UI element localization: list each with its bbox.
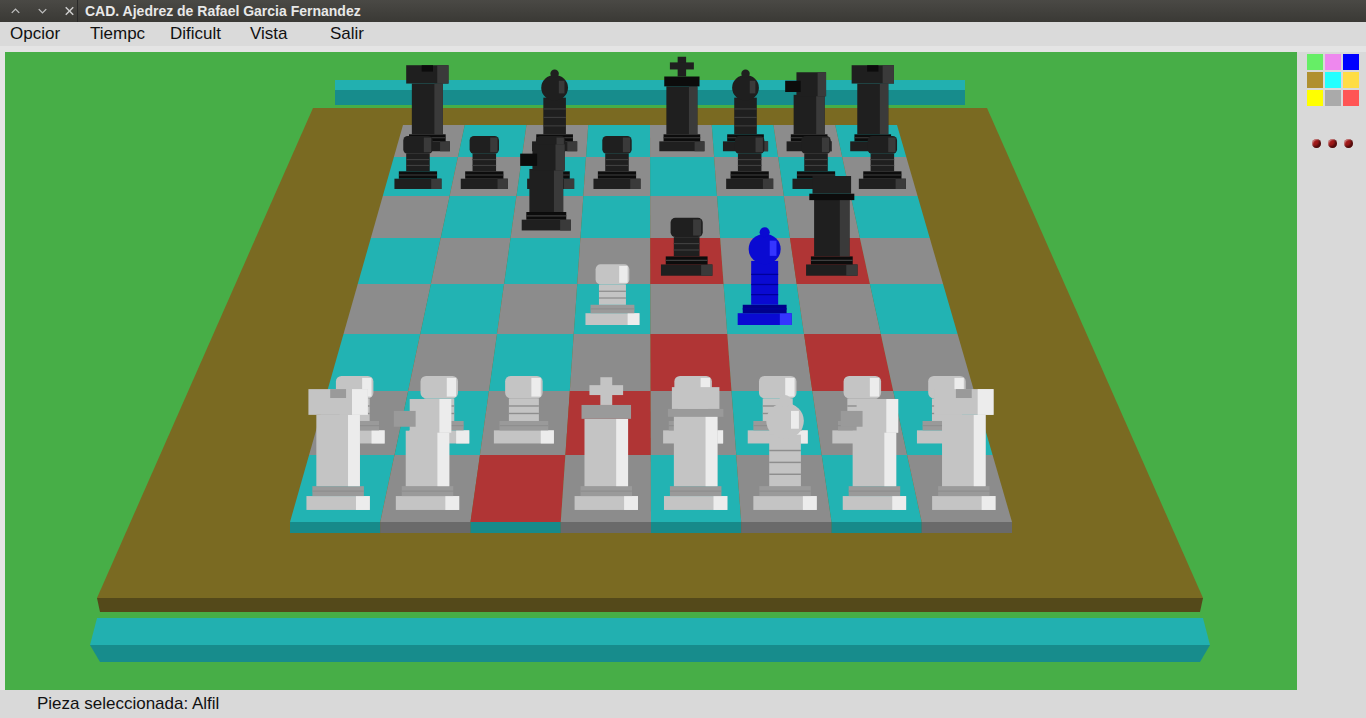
color-swatch[interactable] [1307, 72, 1323, 88]
background [5, 52, 1297, 690]
board-square[interactable] [441, 196, 517, 238]
chess-piece[interactable] [932, 389, 995, 510]
board-square[interactable] [650, 196, 720, 238]
board-edge [561, 522, 651, 533]
chess-piece[interactable] [753, 395, 816, 510]
menu-item[interactable]: Vista [240, 24, 320, 44]
board-square[interactable] [480, 391, 570, 455]
chess-piece[interactable] [664, 387, 727, 510]
chess-piece[interactable] [841, 399, 906, 510]
menu-bar: OpciorTiempcDificultVistaSalir [0, 22, 1366, 46]
color-swatch[interactable] [1343, 90, 1359, 106]
board-square[interactable] [431, 238, 511, 284]
color-swatch[interactable] [1343, 54, 1359, 70]
chess-piece[interactable] [394, 136, 441, 189]
chess-piece[interactable] [859, 136, 906, 189]
board-edge [922, 522, 1012, 533]
indicator-dot [1312, 139, 1321, 148]
chess-piece[interactable] [659, 57, 704, 151]
board-edge [290, 522, 380, 533]
color-swatch[interactable] [1325, 54, 1341, 70]
front-rail-face [90, 645, 1210, 662]
indicator-dot [1328, 139, 1337, 148]
minimize-chevron-icon[interactable] [35, 3, 50, 19]
close-x-icon[interactable] [62, 3, 77, 19]
board-square[interactable] [574, 284, 651, 334]
chess-piece[interactable] [593, 136, 640, 189]
board-square[interactable] [586, 125, 650, 157]
board-square[interactable] [650, 284, 727, 334]
board-square[interactable] [650, 157, 717, 196]
status-bar: Pieza seleccionada: Alfil [0, 690, 1366, 718]
indicator-row [1312, 139, 1353, 148]
menu-item[interactable]: Opcior [0, 24, 80, 44]
menu-item[interactable]: Salir [320, 24, 400, 44]
board-frame [97, 108, 1203, 598]
board-square[interactable] [497, 284, 577, 334]
chess-piece[interactable] [585, 264, 639, 325]
menu-item[interactable]: Tiempc [80, 24, 160, 44]
board-square[interactable] [577, 238, 650, 284]
chess-piece[interactable] [661, 218, 712, 276]
side-panel [1297, 52, 1366, 690]
color-swatch[interactable] [1325, 90, 1341, 106]
chess-piece[interactable] [520, 144, 571, 230]
chess-window: CAD. Ajedrez de Rafael Garcia Fernandez O… [0, 0, 1366, 718]
indicator-dot [1344, 139, 1353, 148]
chess-piece[interactable] [738, 227, 792, 325]
menu-item[interactable]: Dificult [160, 24, 240, 44]
color-swatch[interactable] [1343, 72, 1359, 88]
chess-piece[interactable] [806, 176, 857, 276]
window-title: CAD. Ajedrez de Rafael Garcia Fernandez [78, 3, 361, 19]
window-controls [0, 0, 78, 22]
board-square[interactable] [358, 238, 441, 284]
status-text: Pieza seleccionada: Alfil [0, 694, 219, 714]
color-swatch[interactable] [1307, 54, 1323, 70]
board-square[interactable] [851, 196, 930, 238]
board-frame-face [97, 598, 1203, 612]
board-square[interactable] [860, 238, 943, 284]
board-edge [832, 522, 922, 533]
front-rail [90, 618, 1210, 645]
main-area [0, 46, 1366, 690]
board-square[interactable] [471, 455, 566, 522]
maximize-chevron-icon[interactable] [8, 3, 23, 19]
board-square[interactable] [371, 196, 450, 238]
chess-piece[interactable] [461, 136, 508, 189]
title-bar: CAD. Ajedrez de Rafael Garcia Fernandez [0, 0, 1366, 22]
board-square[interactable] [420, 284, 504, 334]
board-square[interactable] [717, 196, 790, 238]
color-palette [1307, 54, 1359, 106]
color-swatch[interactable] [1325, 72, 1341, 88]
chess-piece[interactable] [394, 399, 459, 510]
chess-piece[interactable] [306, 389, 369, 510]
board-square[interactable] [870, 284, 958, 334]
chess-piece[interactable] [494, 376, 554, 444]
chess-scene[interactable] [5, 52, 1297, 690]
board-edge [380, 522, 470, 533]
color-swatch[interactable] [1307, 90, 1323, 106]
board-edge [471, 522, 561, 533]
chess-piece[interactable] [726, 136, 773, 189]
board-square[interactable] [797, 284, 881, 334]
board-square[interactable] [344, 284, 431, 334]
board-edge [651, 522, 741, 533]
chess-piece[interactable] [575, 377, 638, 510]
chess-piece[interactable] [748, 376, 808, 444]
board-square[interactable] [650, 238, 723, 284]
board-square[interactable] [504, 238, 580, 284]
board-square[interactable] [458, 125, 527, 157]
board-square[interactable] [580, 196, 650, 238]
board-edge [741, 522, 831, 533]
